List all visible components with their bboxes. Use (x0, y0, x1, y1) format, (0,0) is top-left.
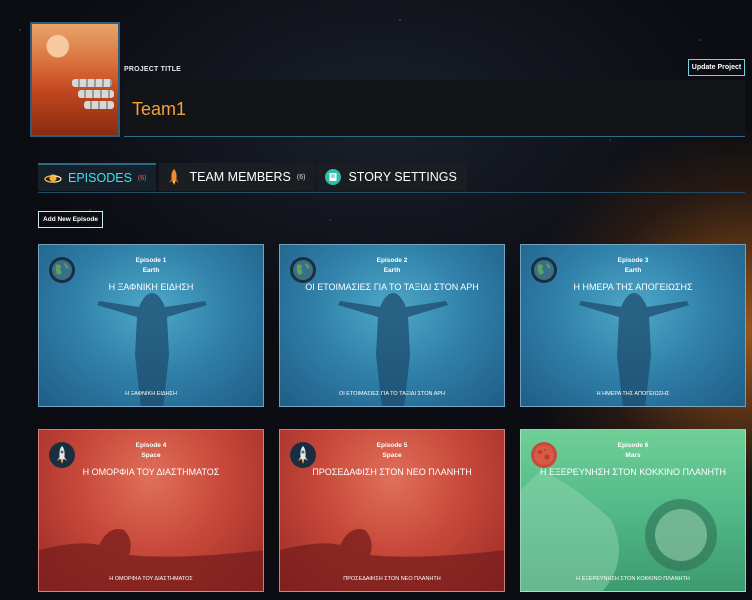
episode-category: Space (141, 452, 161, 459)
episode-card[interactable]: Episode 1 Earth Η ΞΑΦΝΙΚΗ ΕΙΔΗΣΗ Η ΞΑΦΝΙ… (38, 244, 264, 407)
episode-title: Η ΞΑΦΝΙΚΗ ΕΙΔΗΣΗ (108, 282, 194, 292)
episode-title: ΟΙ ΕΤΟΙΜΑΣΙΕΣ ΓΙΑ ΤΟ ΤΑΞΙΔΙ ΣΤΟΝ ΑΡΗ (305, 282, 479, 292)
habitat-shape (72, 79, 112, 87)
episode-footer: Η ΟΜΟΡΦΙΑ ΤΟΥ ΔΙΑΣΤΗΜΑΤΟΣ (109, 576, 193, 582)
episode-number: Episode 1 (135, 257, 167, 264)
episode-card[interactable]: Episode 3 Earth Η ΗΜΕΡΑ ΤΗΣ ΑΠΟΓΕΙΩΣΗΣ Η… (520, 244, 746, 407)
episode-title: Η ΕΞΕΡΕΥΝΗΣΗ ΣΤΟΝ ΚΟΚΚΙΝΟ ΠΛΑΝΗΤΗ (539, 467, 727, 477)
episode-title: Η ΗΜΕΡΑ ΤΗΣ ΑΠΟΓΕΙΩΣΗΣ (573, 282, 693, 292)
tab-team-members-count: (6) (296, 173, 306, 181)
tab-team-members-label: TEAM MEMBERS (189, 170, 291, 184)
tab-episodes[interactable]: EPISODES (6) (38, 163, 157, 191)
tab-team-members[interactable]: TEAM MEMBERS (6) (159, 163, 316, 191)
episode-card[interactable]: Episode 4 Space Η ΟΜΟΡΦΙΑ ΤΟΥ ΔΙΑΣΤΗΜΑΤΟ… (38, 429, 264, 592)
episode-number: Episode 5 (376, 442, 408, 449)
tab-story-settings[interactable]: STORY SETTINGS (318, 163, 467, 191)
episode-footer: Η ΞΑΦΝΙΚΗ ΕΙΔΗΣΗ (125, 391, 177, 397)
episode-category: Earth (142, 267, 160, 274)
episode-number: Episode 6 (617, 442, 649, 449)
episode-footer: ΟΙ ΕΤΟΙΜΑΣΙΕΣ ΓΙΑ ΤΟ ΤΑΞΙΔΙ ΣΤΟΝ ΑΡΗ (338, 391, 446, 397)
episode-category: Mars (625, 452, 641, 459)
episode-footer: Η ΕΞΕΡΕΥΝΗΣΗ ΣΤΟΝ ΚΟΚΚΙΝΟ ΠΛΑΝΗΤΗ (576, 576, 690, 582)
episode-category: Space (382, 452, 402, 459)
rocket-icon (165, 168, 183, 186)
update-project-button[interactable]: Update Project (688, 59, 745, 76)
project-title-text: Team1 (132, 99, 187, 119)
habitat-shape (78, 90, 114, 98)
planet-icon (44, 169, 62, 187)
tab-bar: EPISODES (6) TEAM MEMBERS (6) STORY SETT… (38, 163, 470, 191)
episode-number: Episode 3 (617, 257, 649, 264)
tab-story-settings-label: STORY SETTINGS (348, 170, 457, 184)
episode-footer: Η ΗΜΕΡΑ ΤΗΣ ΑΠΟΓΕΙΩΣΗΣ (596, 391, 670, 397)
habitat-shape (84, 101, 114, 109)
tab-episodes-label: EPISODES (68, 171, 132, 185)
episode-number: Episode 2 (376, 257, 408, 264)
episode-card[interactable]: Episode 5 Space ΠΡΟΣΕΔΑΦΙΣΗ ΣΤΟΝ ΝΕΟ ΠΛΑ… (279, 429, 505, 592)
tab-divider (38, 192, 745, 193)
project-thumbnail[interactable] (30, 22, 120, 137)
episode-footer: ΠΡΟΣΕΔΑΦΙΣΗ ΣΤΟΝ ΝΕΟ ΠΛΑΝΗΤΗ (343, 576, 441, 582)
episode-title: Η ΟΜΟΡΦΙΑ ΤΟΥ ΔΙΑΣΤΗΜΑΤΟΣ (82, 467, 220, 477)
episode-category: Earth (624, 267, 642, 274)
add-new-episode-button[interactable]: Add New Episode (38, 211, 103, 228)
episode-title: ΠΡΟΣΕΔΑΦΙΣΗ ΣΤΟΝ ΝΕΟ ΠΛΑΝΗΤΗ (312, 467, 472, 477)
episode-number: Episode 4 (135, 442, 167, 449)
project-title-field[interactable]: Team1 (124, 80, 745, 137)
book-icon (324, 168, 342, 186)
project-title-label: PROJECT TITLE (124, 66, 182, 73)
tab-episodes-count: (6) (137, 174, 147, 182)
episode-category: Earth (383, 267, 401, 274)
episode-card[interactable]: Episode 6 Mars Η ΕΞΕΡΕΥΝΗΣΗ ΣΤΟΝ ΚΟΚΚΙΝΟ… (520, 429, 746, 592)
episode-card[interactable]: Episode 2 Earth ΟΙ ΕΤΟΙΜΑΣΙΕΣ ΓΙΑ ΤΟ ΤΑΞ… (279, 244, 505, 407)
